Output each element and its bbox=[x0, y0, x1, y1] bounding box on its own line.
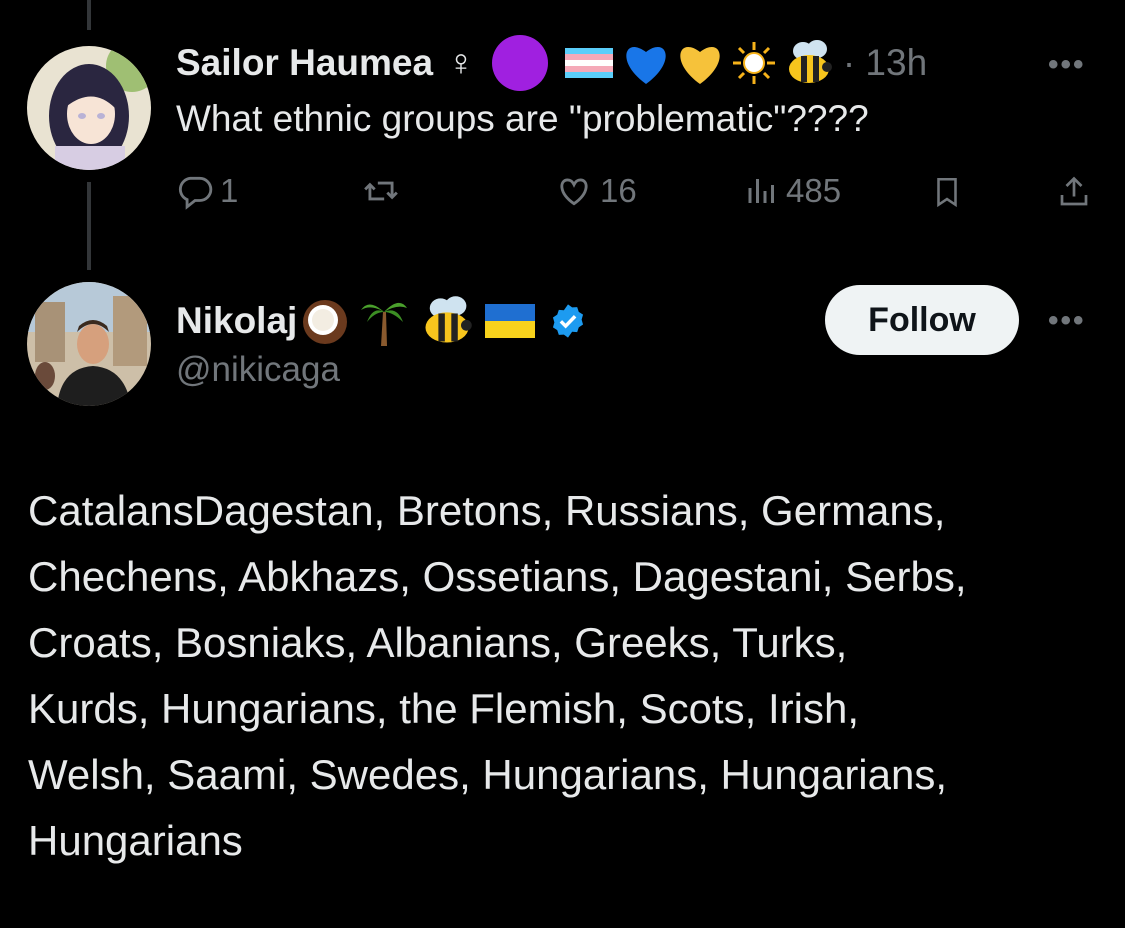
retweet-icon bbox=[364, 181, 398, 201]
parent-action-bar: 1 16 485 bbox=[176, 170, 1096, 220]
reply-icon bbox=[178, 176, 213, 210]
follow-button[interactable]: Follow bbox=[825, 285, 1019, 355]
parent-name-row: Sailor Haumea ♀ · 13h bbox=[176, 35, 927, 91]
purple-circle-icon bbox=[491, 34, 549, 92]
bookmark-icon bbox=[937, 177, 957, 208]
avatar-sailor-haumea[interactable] bbox=[27, 46, 151, 170]
author-name-row: Nikolaj bbox=[176, 294, 587, 348]
ukraine-flag-icon bbox=[485, 304, 536, 338]
share-button[interactable] bbox=[1056, 172, 1092, 212]
views-button[interactable]: 485 bbox=[744, 172, 841, 210]
tweet-text-line: Chechens, Abkhazs, Ossetians, Dagestani,… bbox=[28, 553, 967, 600]
like-button[interactable]: 16 bbox=[554, 172, 637, 210]
parent-display-name[interactable]: Sailor Haumea bbox=[176, 42, 433, 84]
parent-timestamp[interactable]: · 13h bbox=[843, 42, 927, 84]
author-handle[interactable]: @nikicaga bbox=[176, 350, 340, 390]
tweet-text-line: Hungarians bbox=[28, 817, 243, 864]
tweet-body: CatalansDagestan, Bretons, Russians, Ger… bbox=[28, 478, 1108, 874]
views-count: 485 bbox=[786, 172, 842, 209]
like-count: 16 bbox=[600, 172, 637, 209]
tweet-text-line: CatalansDagestan, Bretons, Russians, Ger… bbox=[28, 487, 946, 534]
author-display-name[interactable]: Nikolaj bbox=[176, 300, 297, 342]
parent-more-icon[interactable]: ••• bbox=[1048, 48, 1086, 82]
thread-line-bottom bbox=[87, 182, 91, 270]
retweet-button[interactable] bbox=[361, 172, 401, 210]
verified-badge-icon[interactable] bbox=[549, 302, 587, 340]
tweet-text-line: Kurds, Hungarians, the Flemish, Scots, I… bbox=[28, 685, 859, 732]
coconut-icon bbox=[299, 296, 351, 346]
bee-icon bbox=[419, 295, 475, 347]
tweet-more-icon[interactable]: ••• bbox=[1048, 304, 1086, 338]
thread-line-top bbox=[87, 0, 91, 30]
bee-icon bbox=[783, 39, 835, 87]
bookmark-button[interactable] bbox=[930, 172, 964, 212]
trans-flag-icon bbox=[564, 48, 613, 78]
avatar-nikolaj[interactable] bbox=[27, 282, 151, 406]
reply-count: 1 bbox=[220, 172, 239, 209]
views-icon bbox=[748, 179, 774, 203]
palm-tree-icon bbox=[359, 294, 409, 348]
share-icon bbox=[1060, 176, 1088, 206]
yellow-heart-icon bbox=[675, 40, 725, 86]
blue-heart-icon bbox=[621, 40, 671, 86]
reply-button[interactable]: 1 bbox=[176, 172, 238, 210]
sun-icon bbox=[731, 40, 777, 86]
tweet-text-line: Welsh, Saami, Swedes, Hungarians, Hungar… bbox=[28, 751, 948, 798]
heart-icon bbox=[560, 178, 588, 206]
parent-tweet-text: What ethnic groups are "problematic"???? bbox=[176, 98, 869, 139]
female-sign: ♀ bbox=[447, 42, 475, 83]
tweet-text-line: Croats, Bosniaks, Albanians, Greeks, Tur… bbox=[28, 619, 848, 666]
